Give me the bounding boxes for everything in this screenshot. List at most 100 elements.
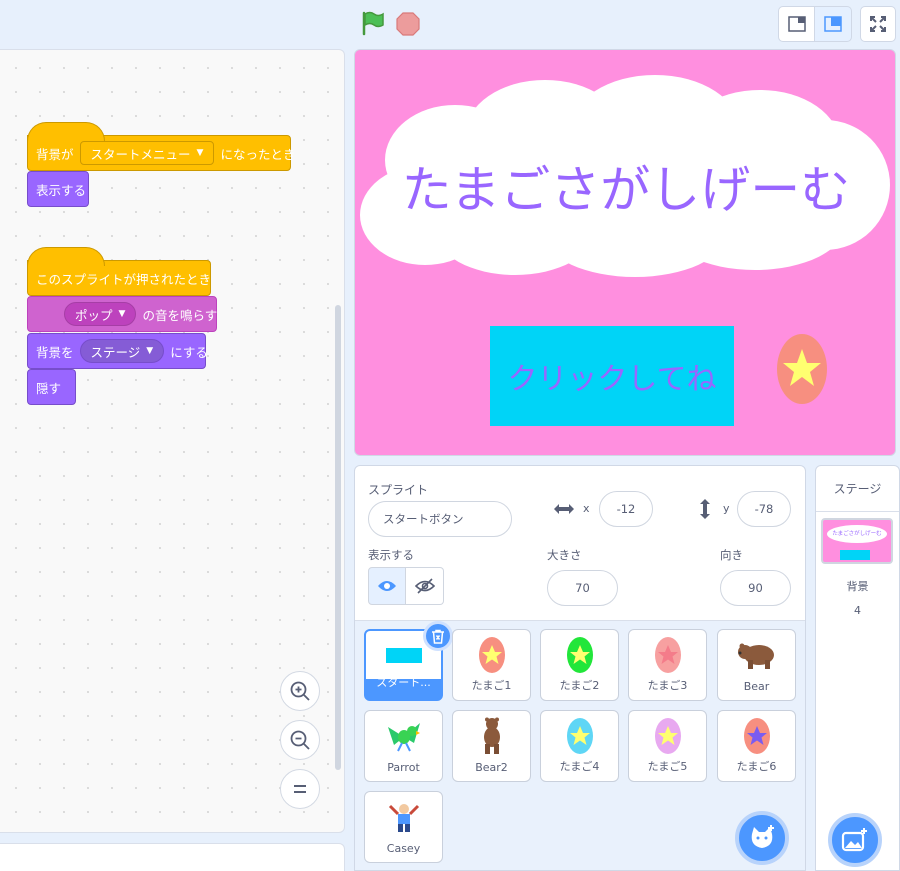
zoom-out-icon (290, 730, 310, 750)
sprite-name: スタート... (376, 676, 431, 689)
show-block[interactable]: 表示する (27, 171, 89, 207)
large-stage-button[interactable] (815, 6, 852, 42)
sprite-info-pane: スプライト スタートボタン x -12 y -78 表示する 大きさ 70 向き… (354, 465, 806, 871)
block-text: 表示する (36, 182, 87, 198)
chevron-down-icon: ▼ (118, 309, 126, 319)
horizontal-arrows-icon (554, 504, 574, 514)
dropdown-value: ポップ (75, 307, 113, 323)
sprite-name: Bear (743, 680, 770, 693)
sprite-thumbnail (365, 716, 442, 756)
small-stage-button[interactable] (778, 6, 815, 42)
egg-star-sprite[interactable] (776, 333, 828, 405)
sprite-tile-egg3[interactable]: たまご3 (628, 629, 707, 701)
zoom-reset-icon (294, 785, 306, 793)
backdrop-dropdown[interactable]: ステージ ▼ (79, 339, 165, 363)
direction-label: 向き (720, 548, 743, 562)
block-text: になったとき (220, 146, 296, 162)
fullscreen-icon (870, 16, 886, 32)
start-button-label: クリックしてね (507, 362, 717, 397)
show-sprite-button[interactable] (368, 567, 406, 605)
stage-panel-title: ステージ (816, 466, 899, 512)
sprite-name: たまご4 (559, 760, 600, 773)
block-text: 隠す (36, 380, 62, 396)
block-text: 背景が (36, 146, 74, 162)
sprite-name: Parrot (387, 761, 420, 774)
when-backdrop-switches-block[interactable]: 背景が スタートメニュー ▼ になったとき (27, 122, 295, 171)
x-label: x (583, 502, 590, 515)
chevron-down-icon: ▼ (146, 346, 154, 356)
sprite-list: スタート... たまご1 たまご2 たまご3 Bear Parrot Bear2… (355, 621, 805, 870)
size-label: 大きさ (547, 548, 582, 562)
sprite-thumbnail (365, 797, 442, 837)
sprite-name-input[interactable]: スタートボタン (368, 501, 512, 537)
when-sprite-clicked-block[interactable]: このスプライトが押されたとき (27, 247, 212, 296)
sprite-tile-casey[interactable]: Casey (364, 791, 443, 863)
sprite-thumbnail (718, 716, 795, 756)
play-sound-block[interactable]: ポップ ▼ の音を鳴らす (27, 296, 217, 332)
stage[interactable]: たまごさがしげーむ クリックしてね (354, 49, 896, 456)
sprite-tile-egg5[interactable]: たまご5 (628, 710, 707, 782)
hide-sprite-button[interactable] (406, 567, 444, 605)
direction-input[interactable]: 90 (720, 570, 791, 606)
size-input[interactable]: 70 (547, 570, 618, 606)
sprite-tile-egg6[interactable]: たまご6 (717, 710, 796, 782)
sprite-tile-bear2[interactable]: Bear2 (452, 710, 531, 782)
fullscreen-button[interactable] (860, 6, 896, 42)
sprite-tile-start-button[interactable]: スタート... (364, 621, 453, 701)
sprite-tile-egg4[interactable]: たまご4 (540, 710, 619, 782)
sprite-thumbnail (453, 635, 530, 675)
casey-icon (388, 804, 419, 832)
y-label: y (723, 502, 730, 515)
sprite-tile-egg1[interactable]: たまご1 (452, 629, 531, 701)
backdrop-dropdown[interactable]: スタートメニュー ▼ (79, 141, 215, 165)
start-click-button[interactable]: クリックしてね (490, 326, 734, 426)
sound-dropdown[interactable]: ポップ ▼ (64, 302, 137, 326)
sprite-thumbnail (453, 716, 530, 756)
show-label: 表示する (368, 548, 414, 562)
sprite-label: スプライト (368, 483, 429, 497)
code-area-footer (0, 843, 345, 871)
chevron-down-icon: ▼ (196, 148, 204, 158)
stage-selector-pane[interactable]: ステージ たまごさがしげーむ 背景 4 (815, 465, 900, 871)
stage-thumbnail-cloud (827, 525, 887, 560)
sprite-name: たまご5 (647, 760, 688, 773)
stop-icon[interactable] (396, 12, 420, 36)
large-stage-icon (824, 16, 842, 32)
zoom-out-button[interactable] (280, 720, 320, 760)
sprite-name: Casey (386, 842, 421, 855)
sprite-tile-bear[interactable]: Bear (717, 629, 796, 701)
code-workspace[interactable]: 背景が スタートメニュー ▼ になったとき 表示する このスプライトが押されたとき… (0, 49, 345, 833)
switch-backdrop-block[interactable]: 背景を ステージ ▼ にする (27, 333, 208, 369)
bear-icon (737, 643, 774, 669)
vertical-scrollbar[interactable] (335, 305, 341, 770)
choose-sprite-button[interactable] (735, 811, 789, 865)
eye-icon (378, 581, 396, 591)
x-position-input[interactable]: -12 (599, 491, 653, 527)
green-flag-icon[interactable] (360, 10, 386, 36)
sprite-tile-egg2[interactable]: たまご2 (540, 629, 619, 701)
stage-size-toggle (778, 6, 896, 42)
delete-sprite-button[interactable] (423, 621, 453, 651)
sprite-tile-parrot[interactable]: Parrot (364, 710, 443, 782)
sprite-name: たまご3 (647, 679, 688, 692)
bear-icon (483, 717, 500, 754)
stage-thumbnail[interactable]: たまごさがしげーむ (821, 518, 893, 564)
sprite-thumbnail (629, 635, 706, 675)
zoom-in-icon (290, 681, 310, 701)
block-text: にする (170, 344, 208, 360)
sprite-thumbnail (629, 716, 706, 756)
stage-thumbnail-title: たまごさがしげーむ (832, 531, 882, 537)
zoom-in-button[interactable] (280, 671, 320, 711)
sprite-thumbnail (541, 635, 618, 675)
sprite-name: たまご1 (471, 679, 512, 692)
y-position-input[interactable]: -78 (737, 491, 791, 527)
hide-block[interactable]: 隠す (27, 369, 76, 405)
block-text: このスプライトが押されたとき (36, 271, 212, 287)
block-text: の音を鳴らす (142, 307, 218, 323)
eye-slash-icon (414, 578, 435, 594)
choose-backdrop-button[interactable] (828, 813, 882, 867)
visibility-toggle (368, 567, 444, 605)
cat-plus-icon (751, 825, 774, 848)
vertical-arrows-icon (700, 499, 710, 519)
zoom-reset-button[interactable] (280, 769, 320, 809)
